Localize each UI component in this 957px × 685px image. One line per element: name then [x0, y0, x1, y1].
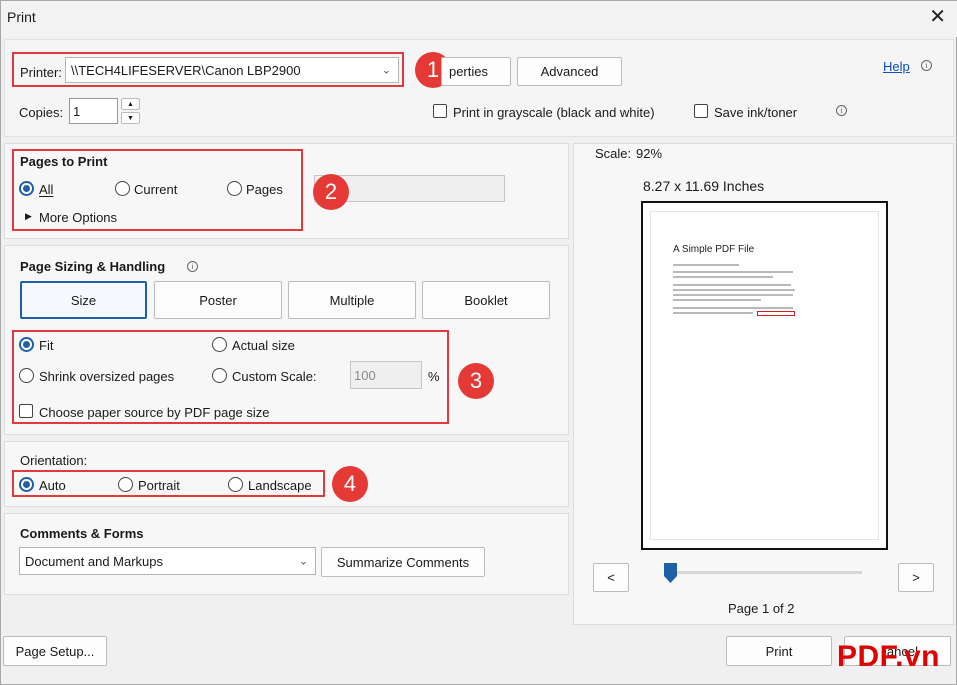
tab-booklet-label: Booklet: [464, 292, 508, 308]
preview-text-line: [673, 294, 793, 296]
grayscale-checkbox[interactable]: [433, 104, 447, 118]
summarize-comments-label: Summarize Comments: [336, 554, 470, 570]
scale-label: Scale:: [595, 146, 632, 161]
grayscale-label: Print in grayscale (black and white): [453, 105, 655, 120]
comments-heading: Comments & Forms: [20, 526, 144, 541]
page-preview-content: A Simple PDF File: [650, 211, 879, 540]
preview-text-highlight: [757, 311, 795, 316]
page-setup-label: Page Setup...: [15, 643, 95, 659]
preview-text-line: [673, 299, 761, 301]
highlight-box-2: [12, 149, 303, 231]
tab-size-label: Size: [70, 292, 97, 308]
highlight-box-3: [12, 330, 449, 424]
print-button-label: Print: [765, 643, 793, 659]
preview-text-line: [673, 307, 793, 309]
highlight-box-1: [12, 52, 404, 87]
window-title: Print: [7, 9, 36, 25]
copies-down-button[interactable]: ▼: [121, 112, 140, 124]
prev-page-button[interactable]: <: [593, 563, 629, 592]
save-ink-label: Save ink/toner: [714, 105, 798, 120]
copies-label: Copies:: [19, 105, 64, 120]
watermark-logo: PDF.vn: [836, 640, 940, 673]
step-marker-4: 4: [332, 466, 368, 502]
page-setup-button[interactable]: Page Setup...: [3, 636, 107, 666]
page-preview: A Simple PDF File: [641, 201, 888, 550]
next-page-icon: >: [912, 570, 920, 585]
preview-text-line: [673, 289, 795, 291]
save-ink-info-icon: i: [836, 105, 847, 116]
summarize-comments-button[interactable]: Summarize Comments: [321, 547, 485, 577]
copies-up-button[interactable]: ▲: [121, 98, 140, 110]
preview-doc-title: A Simple PDF File: [673, 244, 755, 255]
next-page-button[interactable]: >: [898, 563, 934, 592]
print-dialog: Print ✕ Printer: \\TECH4LIFESERVER\Canon…: [0, 0, 957, 685]
page-sizing-heading: Page Sizing & Handling: [20, 259, 166, 274]
chevron-down-icon: ⌄: [298, 555, 308, 568]
page-slider-thumb[interactable]: [664, 563, 677, 583]
tab-multiple[interactable]: Multiple: [288, 281, 416, 319]
close-icon[interactable]: ✕: [929, 7, 946, 27]
properties-button-label: perties: [448, 64, 488, 79]
page-slider-track[interactable]: [664, 571, 862, 574]
copies-input[interactable]: 1: [69, 98, 118, 124]
advanced-button-label: Advanced: [540, 64, 599, 79]
scale-value: 92%: [636, 146, 663, 161]
print-button[interactable]: Print: [726, 636, 832, 666]
advanced-button[interactable]: Advanced: [517, 57, 622, 86]
preview-text-line: [673, 271, 793, 273]
prev-page-icon: <: [607, 570, 615, 585]
tab-poster[interactable]: Poster: [154, 281, 282, 319]
tab-booklet[interactable]: Booklet: [422, 281, 550, 319]
highlight-box-4: [12, 470, 325, 497]
step-marker-2: 2: [313, 174, 349, 210]
step-marker-3: 3: [458, 363, 494, 399]
preview-text-line: [673, 264, 739, 266]
tab-size[interactable]: Size: [20, 281, 147, 319]
title-bar: Print ✕: [1, 1, 957, 37]
orientation-heading: Orientation:: [20, 453, 88, 468]
tab-multiple-label: Multiple: [329, 292, 375, 308]
preview-text-line: [673, 284, 791, 286]
comments-select-value: Document and Markups: [25, 553, 164, 569]
page-indicator: Page 1 of 2: [728, 601, 795, 616]
page-sizing-info-icon: i: [187, 261, 198, 272]
preview-text-line: [673, 312, 753, 314]
properties-button[interactable]: perties: [441, 57, 511, 86]
comments-select[interactable]: Document and Markups ⌄: [19, 547, 316, 575]
tab-poster-label: Poster: [199, 292, 237, 308]
help-info-icon: i: [921, 60, 932, 71]
paper-size-label: 8.27 x 11.69 Inches: [643, 178, 765, 194]
help-link[interactable]: Help: [883, 59, 910, 74]
preview-text-line: [673, 276, 773, 278]
save-ink-checkbox[interactable]: [694, 104, 708, 118]
copies-value: 1: [73, 103, 81, 119]
